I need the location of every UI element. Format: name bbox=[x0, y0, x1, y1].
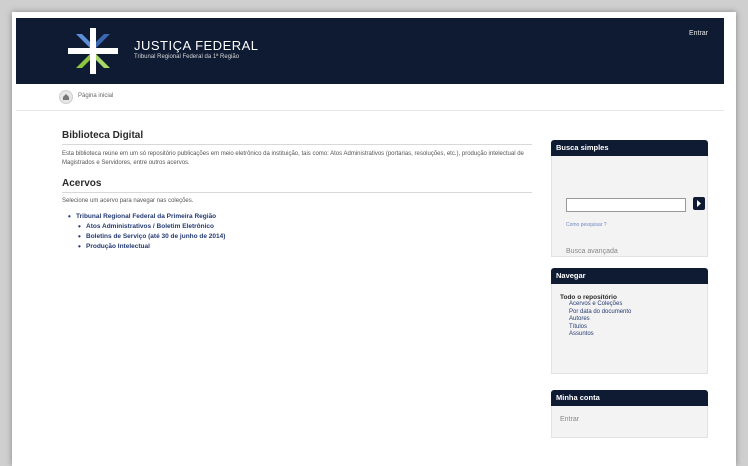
browse-link-authors[interactable]: Autores bbox=[560, 316, 699, 324]
collection-link-producao[interactable]: Produção Intelectual bbox=[86, 243, 150, 250]
page-title: Biblioteca Digital bbox=[62, 130, 532, 145]
simple-search-box: Busca simples Como pesquisar ? Busca ava… bbox=[551, 140, 708, 257]
browse-box: Navegar Todo o repositório Acervos e Col… bbox=[551, 268, 708, 374]
advanced-search-link[interactable]: Busca avançada bbox=[566, 248, 618, 255]
header-login-link[interactable]: Entrar bbox=[689, 30, 708, 37]
tree-item-child: • Boletins de Serviço (até 30 de junho de… bbox=[62, 232, 532, 242]
home-icon[interactable] bbox=[59, 90, 73, 104]
account-box: Minha conta Entrar bbox=[551, 390, 708, 438]
site-header: JUSTIÇA FEDERAL Tribunal Regional Federa… bbox=[16, 18, 724, 84]
breadcrumb: Página inicial bbox=[16, 84, 724, 111]
browse-link-communities[interactable]: Acervos e Coleções bbox=[560, 301, 699, 309]
browse-title: Navegar bbox=[551, 268, 708, 284]
bullet-icon: • bbox=[78, 222, 81, 231]
browse-body: Todo o repositório Acervos e Coleções Po… bbox=[551, 284, 708, 374]
justica-federal-logo bbox=[68, 28, 118, 74]
browse-section-title: Todo o repositório bbox=[560, 294, 617, 301]
chevron-right-icon bbox=[697, 200, 701, 207]
simple-search-title: Busca simples bbox=[551, 140, 708, 156]
collection-link-boletins[interactable]: Boletins de Serviço (até 30 de junho de … bbox=[86, 233, 225, 240]
breadcrumb-home[interactable]: Página inicial bbox=[78, 93, 113, 99]
tree-item-root: • Tribunal Regional Federal da Primeira R… bbox=[62, 212, 532, 222]
brand-title: JUSTIÇA FEDERAL bbox=[134, 38, 259, 53]
collections-title: Acervos bbox=[62, 178, 532, 193]
bullet-icon: • bbox=[78, 242, 81, 251]
intro-text: Esta biblioteca reúne em um só repositór… bbox=[62, 151, 524, 166]
account-login-link[interactable]: Entrar bbox=[560, 416, 699, 423]
collection-link-trf1[interactable]: Tribunal Regional Federal da Primeira Re… bbox=[76, 213, 216, 220]
account-body: Entrar bbox=[551, 406, 708, 438]
bullet-icon: • bbox=[68, 212, 71, 221]
bullet-icon: • bbox=[78, 232, 81, 241]
browse-link-date[interactable]: Por data do documento bbox=[560, 309, 699, 317]
tree-item-child: • Produção Intelectual bbox=[62, 242, 532, 252]
browse-link-titles[interactable]: Títulos bbox=[560, 324, 699, 332]
search-input[interactable] bbox=[566, 198, 686, 212]
search-go-button[interactable] bbox=[693, 197, 705, 210]
brand-subtitle: Tribunal Regional Federal da 1ª Região bbox=[134, 54, 240, 60]
simple-search-body: Como pesquisar ? Busca avançada bbox=[551, 156, 708, 257]
tree-item-child: • Atos Administrativos / Boletim Eletrôni… bbox=[62, 222, 532, 232]
collections-prompt: Selecione um acervo para navegar nas col… bbox=[62, 198, 194, 204]
collection-link-atos[interactable]: Atos Administrativos / Boletim Eletrônic… bbox=[86, 223, 214, 230]
main-content: Biblioteca Digital Esta biblioteca reúne… bbox=[62, 130, 532, 252]
collections-tree: • Tribunal Regional Federal da Primeira R… bbox=[62, 212, 532, 252]
account-title: Minha conta bbox=[551, 390, 708, 406]
browse-link-subjects[interactable]: Assuntos bbox=[560, 331, 699, 339]
search-help-link[interactable]: Como pesquisar ? bbox=[566, 222, 607, 228]
